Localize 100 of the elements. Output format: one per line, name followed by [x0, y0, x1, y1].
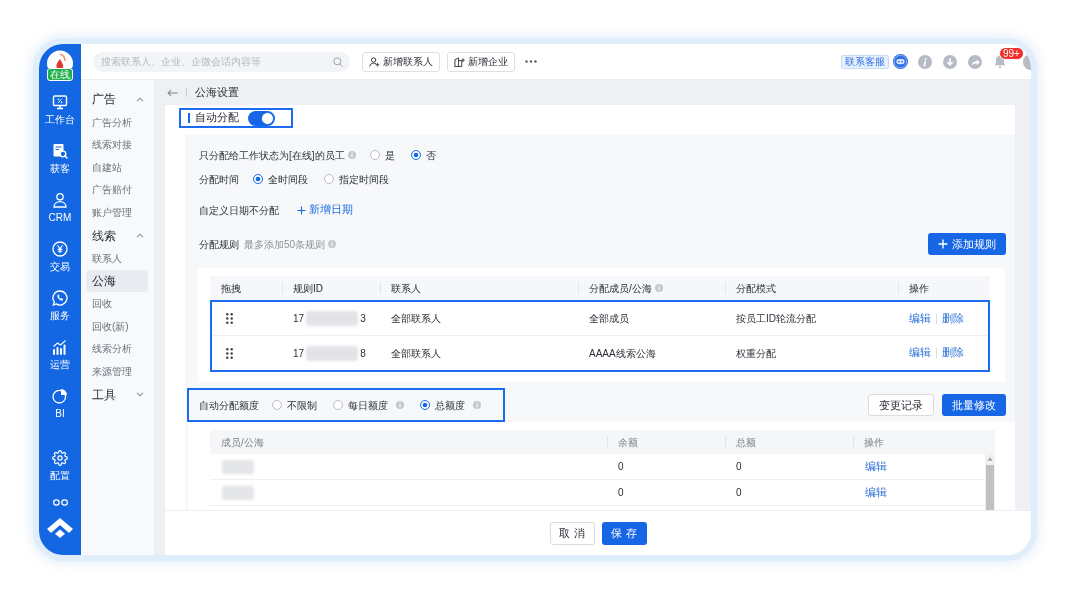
radio-icon[interactable] [253, 174, 263, 184]
building-plus-icon [454, 56, 465, 67]
table-cell-text: 全部成员 [589, 312, 629, 326]
monitor-icon [52, 94, 68, 110]
support-tag[interactable]: 联系客服 [841, 54, 889, 69]
column-header: 联系人 [391, 281, 421, 296]
sidebar-group[interactable]: 线索 [86, 223, 149, 248]
column-header: 成员/公海 [221, 435, 264, 450]
sidebar-item[interactable]: 公海 [86, 270, 148, 293]
action-link[interactable]: 删除 [942, 345, 964, 361]
rail-item[interactable]: BI [52, 388, 68, 435]
page-title: 公海设置 [195, 85, 239, 101]
person-icon [52, 192, 68, 208]
action-link[interactable]: 编辑 [909, 345, 931, 361]
radio-option[interactable]: 否 [410, 147, 436, 163]
change-log-button[interactable]: 变更记录 [868, 394, 934, 416]
plus-icon [297, 205, 306, 215]
table-cell-text: 0 [618, 486, 624, 500]
radio-option[interactable]: 总额度 [420, 397, 481, 413]
table-cell-text: 全部联系人 [391, 312, 441, 326]
table-cell-text: 全部联系人 [391, 346, 441, 361]
hint-text: 最多添加50条规则 [244, 237, 326, 252]
add-date-link[interactable]: 新增日期 [297, 202, 353, 218]
sidebar-group[interactable]: 广告 [86, 87, 149, 111]
field-label: 分配规则 [199, 237, 239, 252]
accent-bar [188, 113, 190, 123]
bar-chart-icon [52, 339, 68, 355]
field-label: 自定义日期不分配 [199, 203, 279, 218]
rail-item[interactable]: 交易 [50, 241, 70, 288]
radio-option[interactable]: 不限制 [272, 397, 317, 413]
rule-id-text: 17 [293, 312, 305, 326]
radio-option[interactable]: 每日额度 [333, 397, 404, 413]
more-icon[interactable] [525, 60, 537, 63]
field-label: 自动分配额度 [199, 398, 259, 413]
sidebar-item[interactable]: 广告赔付 [86, 178, 148, 201]
radio-option[interactable]: 全时间段 [253, 171, 308, 187]
sidebar-item[interactable]: 线索分析 [86, 337, 148, 360]
action-link[interactable]: 删除 [942, 310, 964, 327]
radio-option[interactable]: 是 [369, 147, 395, 163]
column-header: 操作 [909, 281, 929, 296]
phone-chat-icon [52, 290, 68, 306]
table-cell-text: 0 [736, 486, 742, 500]
sidebar-item[interactable]: 自建站 [86, 156, 148, 179]
rail-item[interactable]: 配置 [50, 450, 70, 484]
field-label: 只分配给工作状态为[在线]的员工 [199, 148, 345, 163]
action-link[interactable]: 编辑 [865, 484, 887, 501]
table-cell-text: 按员工ID轮流分配 [736, 312, 816, 326]
radio-icon[interactable] [420, 400, 430, 410]
action-link[interactable]: 编辑 [909, 310, 931, 327]
search-icon[interactable] [333, 56, 343, 67]
field-label: 分配时间 [199, 172, 239, 187]
cancel-button[interactable]: 取 消 [549, 521, 595, 545]
table-cell-text: 0 [618, 460, 624, 474]
robot-icon[interactable] [893, 54, 908, 69]
rail-item[interactable]: 获客 [50, 143, 70, 190]
drag-handle-icon[interactable] [226, 313, 233, 324]
save-button[interactable]: 保 存 [601, 521, 647, 545]
pie-chart-icon [52, 388, 68, 404]
double-ring-icon[interactable] [52, 499, 68, 506]
back-arrow-icon[interactable] [167, 88, 178, 97]
notification-badge: 99+ [999, 46, 1024, 60]
rail-item[interactable]: 运营 [50, 339, 70, 386]
gear-icon [52, 450, 68, 466]
table-cell-text: 权重分配 [736, 346, 776, 361]
batch-edit-button[interactable]: 批量修改 [942, 394, 1006, 416]
rule-id-text: 8 [360, 346, 366, 361]
plus-icon [938, 239, 948, 249]
column-header: 总额 [736, 435, 756, 450]
sidebar-item[interactable]: 回收 [86, 292, 148, 315]
sidebar-group[interactable]: 工具 [86, 382, 149, 407]
scroll-up-arrow-icon[interactable] [987, 457, 993, 461]
radio-option[interactable]: 指定时间段 [324, 171, 389, 187]
rail-item[interactable]: CRM [48, 192, 72, 239]
radio-icon[interactable] [333, 400, 343, 410]
person-plus-icon [369, 56, 380, 67]
sidebar-item[interactable]: 回收(新) [86, 315, 148, 338]
radio-icon[interactable] [324, 174, 334, 184]
scrollbar[interactable] [985, 454, 995, 510]
sidebar-item[interactable]: 来源管理 [86, 360, 148, 383]
rail-item[interactable]: 工作台 [45, 94, 75, 141]
sidebar-item[interactable]: 线索对接 [86, 133, 148, 156]
radio-icon[interactable] [369, 150, 380, 160]
drag-handle-icon[interactable] [226, 347, 233, 359]
sidebar-item[interactable]: 联系人 [86, 247, 148, 270]
column-header: 分配模式 [736, 281, 776, 296]
toggle-switch[interactable] [248, 110, 275, 126]
add-contact-button[interactable]: 新增联系人 [362, 51, 440, 72]
sidebar-item[interactable]: 广告分析 [86, 111, 148, 134]
radio-icon[interactable] [410, 150, 421, 160]
radio-icon[interactable] [272, 400, 282, 410]
add-company-button[interactable]: 新增企业 [447, 51, 515, 72]
rail-item[interactable]: 服务 [50, 290, 70, 337]
avatar[interactable] [47, 49, 73, 68]
status-badge: 在线 [47, 68, 73, 81]
sidebar-item[interactable]: 账户管理 [86, 201, 148, 224]
action-link[interactable]: 编辑 [865, 458, 887, 475]
column-header: 分配成员/公海 [589, 281, 652, 296]
add-rule-button[interactable]: 添加规则 [928, 233, 1006, 255]
table-cell-text: 0 [736, 460, 742, 474]
logo-icon [46, 517, 74, 539]
